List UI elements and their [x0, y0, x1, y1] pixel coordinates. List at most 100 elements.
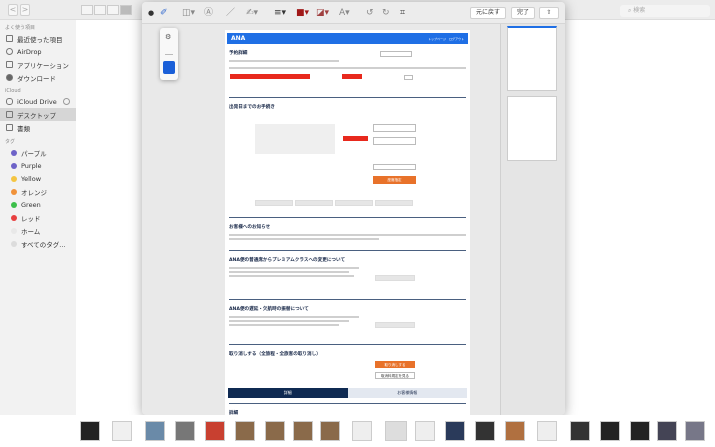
gallery-filmstrip [0, 415, 715, 447]
settings-icon[interactable]: ⚙ [165, 33, 171, 41]
sidebar-tag-item[interactable]: パープル [0, 146, 76, 159]
sidebar-item-recents[interactable]: 最近使った項目 [0, 32, 76, 45]
rotate-right-icon[interactable]: ↻ [382, 7, 390, 19]
back-button[interactable]: < [8, 4, 18, 16]
filmstrip-thumbnail[interactable] [145, 421, 165, 441]
text-style-icon[interactable]: A▾ [339, 7, 350, 19]
border-color-icon[interactable]: ■▾ [296, 7, 309, 19]
document-page: ANA トップページ ログアウト 予約詳細 出発日までのお手続き 座席指定 お客様… [225, 30, 470, 415]
icon-view-button[interactable] [81, 5, 93, 15]
tag-color-icon [11, 175, 17, 182]
crop-icon[interactable]: ⌗ [400, 7, 405, 19]
revert-button[interactable]: 元に戻す [470, 7, 506, 19]
cancel-button[interactable]: 取り消しする [375, 361, 415, 368]
section-cancel: 取り消しする（全旅程・全旅客の取り消し） [229, 352, 321, 357]
filmstrip-thumbnail[interactable] [80, 421, 100, 441]
ana-header: ANA トップページ ログアウト [227, 33, 468, 44]
line-style-icon[interactable]: ≡▾ [274, 7, 286, 19]
section-procedures: 出発日までのお手続き [229, 105, 275, 110]
seat-button[interactable]: 座席指定 [373, 176, 416, 184]
text-icon[interactable]: Ⓐ [204, 7, 213, 19]
forward-button[interactable]: > [20, 4, 30, 16]
filmstrip-thumbnail[interactable] [320, 421, 340, 441]
column-view-button[interactable] [107, 5, 119, 15]
sidebar-tag-item[interactable]: Purple [0, 159, 76, 172]
section-reservation: 予約詳細 [229, 51, 248, 56]
tab-details[interactable]: 詳細 [228, 388, 348, 398]
filmstrip-thumbnail[interactable] [352, 421, 372, 441]
filmstrip-thumbnail[interactable] [112, 421, 132, 441]
filmstrip-thumbnail[interactable] [630, 421, 650, 441]
tag-color-icon [11, 201, 17, 208]
favorites-heading: よく使う項目 [5, 25, 36, 31]
sidebar-item-airdrop[interactable]: AirDrop [0, 45, 76, 58]
sidebar-item-documents[interactable]: 書類 [0, 121, 76, 134]
share-button[interactable]: ⇧ [539, 7, 559, 19]
filmstrip-thumbnail[interactable] [570, 421, 590, 441]
filmstrip-thumbnail[interactable] [265, 421, 285, 441]
list-view-button[interactable] [94, 5, 106, 15]
procedures-table: 座席指定 [225, 112, 470, 217]
download-icon [6, 74, 13, 81]
search-icon: ⌕ [628, 7, 632, 14]
filmstrip-thumbnail[interactable] [537, 421, 557, 441]
filmstrip-thumbnail[interactable] [445, 421, 465, 441]
filmstrip-thumbnail[interactable] [415, 421, 435, 441]
sidebar-tag-item[interactable]: オレンジ [0, 185, 76, 198]
share-icon: ⇧ [546, 9, 552, 16]
airdrop-icon [6, 48, 13, 55]
filmstrip-thumbnail[interactable] [235, 421, 255, 441]
tag-color-icon [11, 162, 17, 169]
section-delay: ANA便の遅延・欠航時の振替について [229, 307, 309, 312]
signature-icon[interactable]: ✍▾ [246, 7, 258, 19]
sidebar-item-icloud-drive[interactable]: iCloud Drive [0, 95, 76, 108]
sync-progress-icon [62, 98, 70, 105]
section-premium: ANA便の普通席からプレミアムクラスへの変更について [229, 258, 346, 263]
tag-color-icon [11, 227, 17, 234]
ana-logo: ANA [231, 35, 246, 42]
shapes-icon[interactable]: ◫▾ [182, 7, 195, 19]
filmstrip-thumbnail[interactable] [205, 421, 225, 441]
sidebar-tag-item[interactable]: ホーム [0, 224, 76, 237]
sidebar: よく使う項目 最近使った項目 AirDrop アプリケーション ダウンロード i… [0, 20, 76, 447]
filmstrip-thumbnail[interactable] [505, 421, 525, 441]
sidebar-tag-item[interactable]: レッド [0, 211, 76, 224]
sidebar-tag-item[interactable]: すべてのタグ... [0, 237, 76, 250]
filmstrip-thumbnail[interactable] [685, 421, 705, 441]
color-popover: ⚙ [160, 28, 178, 80]
filmstrip-thumbnail[interactable] [175, 421, 195, 441]
tag-color-icon [11, 240, 17, 247]
sidebar-item-desktop[interactable]: デスクトップ [0, 108, 76, 121]
markup-toolbar: ● ✐ ◫▾ Ⓐ ／ ✍▾ ≡▾ ■▾ ◪▾ A▾ ↺ ↻ ⌗ 元に戻す 完了 … [142, 2, 565, 24]
section-notice: お客様へのお知らせ [229, 225, 271, 230]
desktop-icon [6, 111, 13, 118]
page-thumbnail-1[interactable] [507, 26, 557, 91]
filmstrip-thumbnail[interactable] [293, 421, 313, 441]
selected-color-swatch[interactable] [163, 61, 175, 74]
search-input[interactable]: ⌕ 検索 [620, 5, 710, 17]
gallery-view-button[interactable] [120, 5, 132, 15]
sketch-pen-icon[interactable]: ✐ [160, 7, 168, 19]
doc-tabs: 詳細 お客様情報 [228, 388, 467, 398]
cancel-rules-button[interactable]: 取消料規定を見る [375, 372, 415, 379]
page-thumbnail-2[interactable] [507, 96, 557, 161]
rotate-left-icon[interactable]: ↺ [366, 7, 374, 19]
filmstrip-thumbnail[interactable] [385, 421, 407, 441]
tags-heading: タグ [5, 139, 16, 145]
documents-icon [6, 124, 13, 131]
filmstrip-thumbnail[interactable] [475, 421, 495, 441]
sidebar-item-downloads[interactable]: ダウンロード [0, 71, 76, 84]
tab-customer-info[interactable]: お客様情報 [347, 388, 467, 398]
sidebar-tag-item[interactable]: Green [0, 198, 76, 211]
tag-color-icon [11, 149, 17, 156]
fill-color-icon[interactable]: ◪▾ [316, 7, 329, 19]
highlight-icon[interactable]: ／ [226, 7, 235, 19]
flight-row [225, 71, 470, 85]
sidebar-tag-item[interactable]: Yellow [0, 172, 76, 185]
filmstrip-thumbnail[interactable] [600, 421, 620, 441]
close-icon[interactable]: ● [148, 7, 154, 19]
filmstrip-thumbnail[interactable] [657, 421, 677, 441]
applications-icon [6, 61, 13, 68]
done-button[interactable]: 完了 [511, 7, 535, 19]
sidebar-item-applications[interactable]: アプリケーション [0, 58, 76, 71]
